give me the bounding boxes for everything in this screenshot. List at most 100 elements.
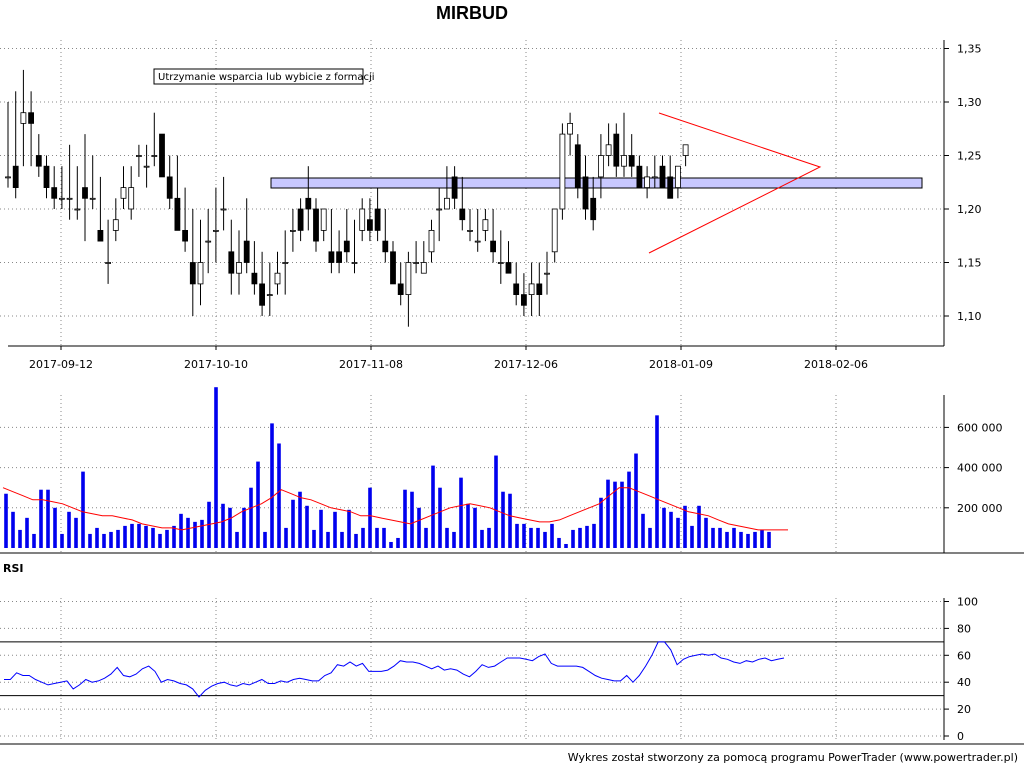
volume-bar — [221, 503, 225, 548]
candle-body — [166, 176, 173, 199]
volume-bar — [305, 505, 309, 548]
volume-bar — [284, 527, 288, 548]
candle-body — [436, 208, 443, 211]
volume-bar — [655, 415, 659, 548]
volume-bar — [522, 523, 526, 548]
candle-body — [43, 165, 50, 188]
mirbud-chart: MIRBUD 1,10 1,15 1,20 1,25 1,30 1,35 2017-09-… — [0, 3, 1024, 764]
volume-bar — [606, 479, 610, 548]
candle-body — [644, 176, 650, 188]
volume-bar — [515, 523, 519, 548]
volume-bar — [242, 507, 246, 548]
volume-bar — [760, 529, 764, 548]
candle-body — [405, 262, 412, 295]
volume-bar — [452, 531, 456, 548]
rsi-panel: RSI 0 20 40 60 80 100 — [0, 562, 1024, 745]
volume-bar — [746, 533, 750, 548]
candle-body — [305, 197, 312, 210]
volume-bar — [494, 455, 498, 548]
volume-bar — [11, 511, 15, 548]
volume-bar — [690, 525, 694, 548]
rsi-y-tick-label: 20 — [957, 703, 971, 716]
volume-bar — [571, 529, 575, 548]
volume-bar — [214, 387, 218, 548]
credit-text: Wykres został stworzony za pomocą progra… — [568, 751, 1018, 764]
candle-body — [636, 165, 643, 188]
candle-body — [328, 251, 335, 263]
volume-bar — [326, 531, 330, 548]
price-x-tick-label: 2017-12-06 — [494, 358, 558, 371]
candle-body — [651, 176, 658, 179]
candle-body — [366, 219, 373, 231]
candle-body — [574, 144, 581, 189]
volume-bar — [592, 523, 596, 548]
volume-bar — [410, 491, 414, 548]
price-x-ticks: 2017-09-12 2017-10-10 2017-11-08 2017-12-06… — [29, 358, 868, 371]
candle-body — [336, 251, 343, 263]
candle-body — [182, 229, 189, 242]
volume-bar — [704, 517, 708, 548]
volume-bar — [676, 517, 680, 548]
volume-bar — [753, 531, 757, 548]
candle-body — [551, 208, 558, 253]
volume-bar — [249, 487, 253, 548]
volume-bar — [480, 529, 484, 548]
volume-bar — [585, 525, 589, 548]
volume-bar — [277, 443, 281, 548]
volume-bar — [739, 531, 743, 548]
candle-body — [20, 112, 27, 124]
candle-body — [443, 197, 450, 210]
volume-bar — [74, 517, 78, 548]
volume-bar — [487, 527, 491, 548]
volume-bar — [725, 531, 729, 548]
price-y-tick-label: 1,10 — [957, 310, 982, 323]
candle-body — [559, 133, 566, 210]
rsi-y-tick-label: 60 — [957, 649, 971, 662]
candle-body — [590, 197, 597, 221]
candle-body — [659, 165, 666, 188]
candle-body — [397, 283, 404, 295]
volume-bar — [340, 531, 344, 548]
rsi-y-tick-label: 80 — [957, 622, 971, 635]
volume-bar — [18, 529, 22, 548]
volume-bar — [193, 521, 197, 548]
volume-bar — [529, 527, 533, 548]
chart-title: MIRBUD — [436, 3, 508, 23]
candle-body — [343, 240, 350, 253]
volume-bar — [319, 509, 323, 548]
candle-body — [174, 197, 181, 231]
candle-body — [467, 229, 473, 232]
volume-bar — [543, 531, 547, 548]
candle-body — [320, 208, 327, 231]
volume-bar — [669, 511, 673, 548]
volume-bar — [151, 527, 155, 548]
volume-bar — [102, 533, 106, 548]
candle-body — [128, 187, 135, 210]
candle-body — [613, 133, 620, 167]
volume-bar — [466, 503, 470, 548]
candle-body — [82, 187, 88, 199]
candle-body — [582, 176, 589, 210]
volume-bar — [732, 527, 736, 548]
price-y-tick-label: 1,15 — [957, 257, 982, 270]
candle-body — [390, 251, 396, 285]
volume-bar — [165, 529, 169, 548]
candle-body — [228, 251, 235, 274]
volume-bar — [368, 487, 372, 548]
candle-body — [544, 272, 550, 275]
volume-bar — [417, 507, 421, 548]
volume-bar — [88, 533, 92, 548]
volume-bar — [291, 499, 295, 548]
candle-body — [528, 283, 535, 295]
candle-body — [420, 262, 427, 274]
price-x-tick-label: 2017-09-12 — [29, 358, 93, 371]
volume-bar — [137, 523, 141, 548]
candle-body — [490, 240, 497, 253]
volume-bar — [648, 527, 652, 548]
candle-body — [505, 262, 512, 274]
volume-bar — [172, 525, 176, 548]
volume-bar — [67, 511, 71, 548]
price-x-tick-label: 2018-01-09 — [649, 358, 713, 371]
candle-body — [667, 176, 674, 199]
volume-bar — [396, 537, 400, 548]
